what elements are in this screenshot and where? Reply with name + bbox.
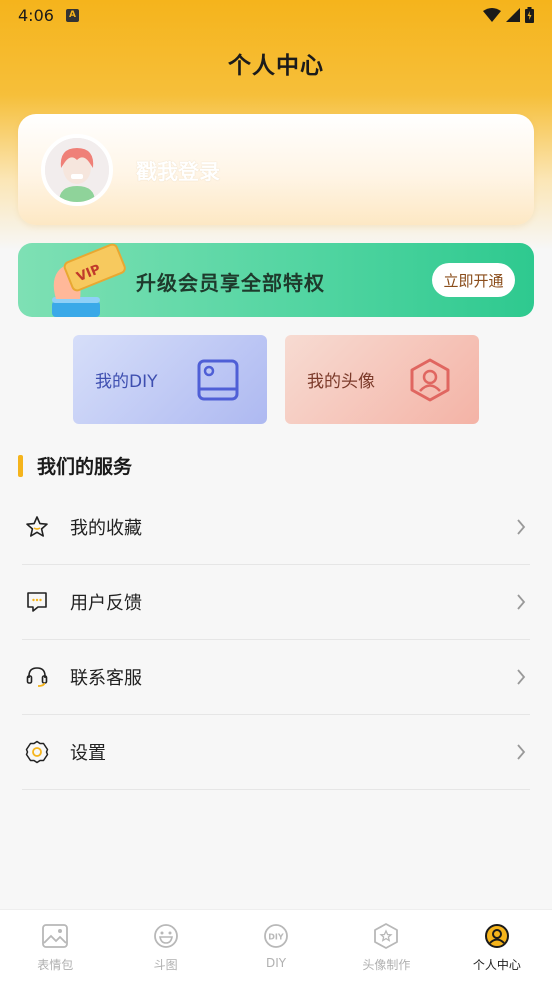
section-accent-bar — [18, 454, 23, 477]
open-vip-button[interactable]: 立即开通 — [432, 263, 515, 297]
star-icon — [23, 513, 51, 541]
my-avatar-label: 我的头像 — [307, 372, 375, 392]
tab-label-diy: DIY — [265, 956, 287, 970]
tab-label-meme-battle: 斗图 — [153, 958, 178, 972]
my-avatar-tile[interactable]: 我的头像 — [285, 335, 479, 424]
vip-card-hand-icon: VIP — [52, 243, 126, 317]
services-title: 我们的服务 — [37, 456, 133, 478]
svg-text:DIY: DIY — [268, 933, 284, 942]
vip-banner[interactable]: VIP 升级会员享全部特权 立即开通 — [18, 243, 534, 317]
vip-promo-text: 升级会员享全部特权 — [136, 271, 325, 295]
avatar[interactable] — [41, 134, 113, 206]
chevron-right-icon — [517, 594, 526, 610]
login-card[interactable]: 戳我登录 — [18, 114, 534, 225]
menu-item-favorites[interactable]: 我的收藏 — [22, 490, 530, 565]
login-prompt[interactable]: 戳我登录 — [136, 156, 220, 186]
gear-icon — [23, 738, 51, 766]
hexagon-user-icon — [410, 358, 450, 401]
wifi-icon — [483, 8, 501, 22]
album-icon — [197, 359, 239, 400]
tab-stickers[interactable]: 表情包 — [0, 910, 110, 983]
menu-label-customer-service: 联系客服 — [70, 668, 142, 689]
chevron-right-icon — [517, 519, 526, 535]
tab-label-stickers: 表情包 — [37, 958, 74, 972]
tab-diy[interactable]: DIY DIY — [221, 910, 331, 983]
menu-item-customer-service[interactable]: 联系客服 — [22, 640, 530, 715]
bottom-tab-bar: 表情包 斗图 DIY DIY 头像制作 个人中心 — [0, 909, 552, 983]
smile-icon — [152, 922, 180, 950]
battery-icon — [525, 7, 534, 23]
signal-icon — [506, 8, 520, 22]
image-icon — [41, 922, 69, 950]
hexagon-star-icon — [372, 922, 400, 950]
tab-meme-battle[interactable]: 斗图 — [110, 910, 220, 983]
status-time: 4:06 — [18, 5, 54, 25]
default-avatar-icon — [45, 138, 109, 202]
services-heading: 我们的服务 — [18, 452, 132, 479]
menu-label-feedback: 用户反馈 — [70, 593, 142, 614]
my-diy-tile[interactable]: 我的DIY — [73, 335, 267, 424]
headset-icon — [23, 663, 51, 691]
status-bar: 4:06 A — [0, 0, 552, 30]
tab-profile[interactable]: 个人中心 — [442, 910, 552, 983]
chevron-right-icon — [517, 744, 526, 760]
tab-avatar-maker[interactable]: 头像制作 — [331, 910, 441, 983]
page-title: 个人中心 — [228, 53, 324, 79]
diy-icon: DIY — [262, 922, 290, 950]
menu-label-favorites: 我的收藏 — [70, 518, 142, 539]
chevron-right-icon — [517, 669, 526, 685]
menu-label-settings: 设置 — [70, 743, 106, 764]
services-menu: 我的收藏 用户反馈 联系客服 设置 — [22, 490, 530, 790]
tab-label-avatar-maker: 头像制作 — [362, 958, 411, 972]
menu-item-settings[interactable]: 设置 — [22, 715, 530, 790]
my-diy-label: 我的DIY — [95, 372, 158, 392]
notification-a-icon: A — [65, 8, 79, 22]
menu-item-feedback[interactable]: 用户反馈 — [22, 565, 530, 640]
feedback-icon — [23, 588, 51, 616]
user-circle-icon — [483, 922, 511, 950]
tab-label-profile: 个人中心 — [472, 958, 521, 972]
